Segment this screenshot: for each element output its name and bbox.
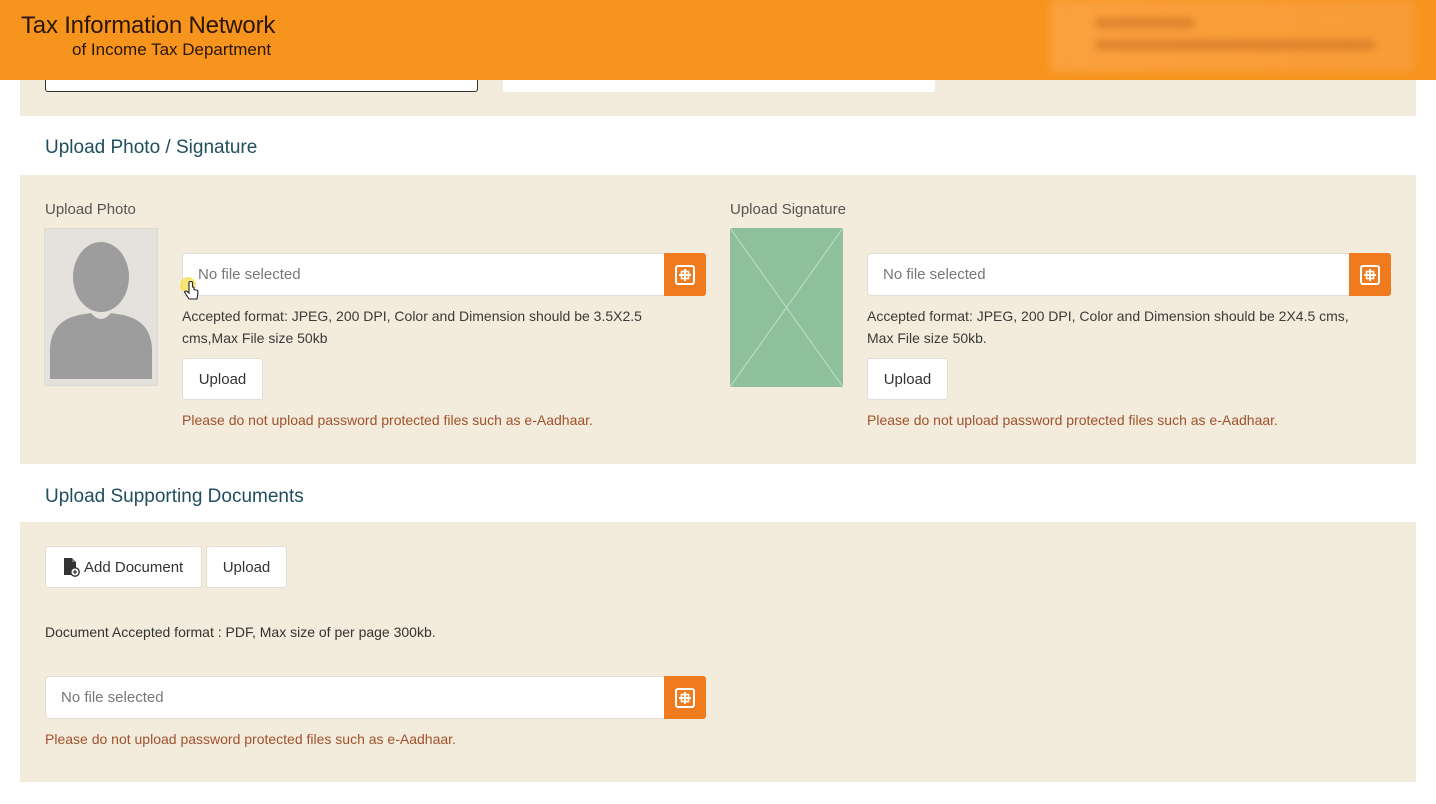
documents-warning: Please do not upload password protected … xyxy=(45,731,456,747)
signature-browse-button[interactable] xyxy=(1349,253,1391,296)
photo-browse-button[interactable] xyxy=(664,253,706,296)
upload-signature-label: Upload Signature xyxy=(730,201,846,218)
brand-subtitle: of Income Tax Department xyxy=(72,40,272,59)
crosshair-square-icon xyxy=(675,264,695,285)
mouse-cursor xyxy=(180,276,204,306)
image-placeholder-icon xyxy=(729,227,844,388)
document-add-icon xyxy=(64,558,80,577)
upload-photo-label: Upload Photo xyxy=(45,201,136,218)
previous-input-2[interactable] xyxy=(503,80,935,92)
document-browse-button[interactable] xyxy=(664,676,706,719)
crosshair-square-icon xyxy=(1360,264,1380,285)
site-header: Tax Information Network of Income Tax De… xyxy=(0,0,1436,80)
document-file-input[interactable]: No file selected xyxy=(45,676,665,719)
signature-format-hint: Accepted format: JPEG, 200 DPI, Color an… xyxy=(867,308,1349,346)
brand-title: Tax Information Network xyxy=(21,12,276,39)
photo-warning: Please do not upload password protected … xyxy=(182,412,593,428)
documents-section-title: Upload Supporting Documents xyxy=(45,486,304,507)
previous-input-1[interactable] xyxy=(45,80,478,92)
person-silhouette-icon xyxy=(50,242,152,379)
previous-form-strip xyxy=(20,80,1416,116)
photo-signature-section-title: Upload Photo / Signature xyxy=(45,137,258,158)
user-info-blurred xyxy=(1050,0,1415,72)
documents-format-note: Document Accepted format : PDF, Max size… xyxy=(45,624,436,640)
photo-format-hint: Accepted format: JPEG, 200 DPI, Color an… xyxy=(182,308,642,346)
photo-upload-button[interactable]: Upload xyxy=(182,358,263,400)
signature-file-input[interactable]: No file selected xyxy=(867,253,1350,296)
photo-file-input[interactable]: No file selected xyxy=(182,253,665,296)
add-document-button[interactable]: Add Document xyxy=(45,546,202,588)
user-name-redacted xyxy=(1095,18,1195,28)
hand-pointer-icon xyxy=(180,277,199,300)
signature-preview xyxy=(729,227,844,388)
signature-upload-button[interactable]: Upload xyxy=(867,358,948,400)
user-details-redacted xyxy=(1095,40,1375,50)
add-document-label: Add Document xyxy=(84,558,184,576)
crosshair-square-icon xyxy=(675,687,695,708)
documents-upload-button[interactable]: Upload xyxy=(206,546,287,588)
signature-warning: Please do not upload password protected … xyxy=(867,412,1278,428)
photo-preview xyxy=(44,228,158,386)
